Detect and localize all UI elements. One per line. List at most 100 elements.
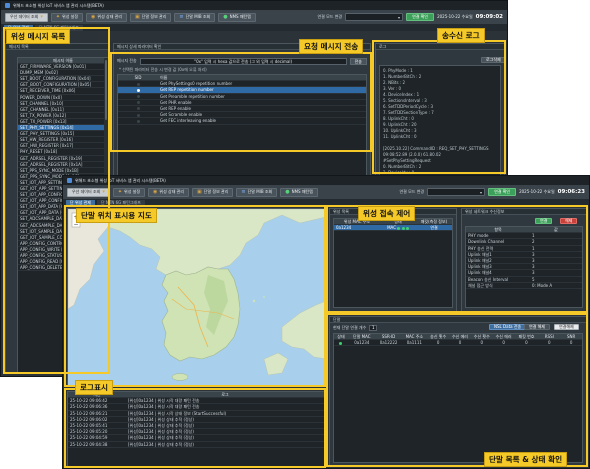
terminal-release-button[interactable]: 연결 해제: [524, 324, 550, 330]
param-label: 메시지 전송: [117, 58, 137, 63]
clock-date: 2025-10-22 수요일: [437, 14, 473, 19]
param-col-sid: SID: [134, 75, 142, 80]
toolbar-label: 단말 정보 관리: [203, 189, 229, 194]
log-time: 25-10-22 09:06:42: [70, 398, 108, 404]
toolbar-button-terminal-info[interactable]: ▣ 단말 정보 관리: [130, 12, 172, 22]
param-name: Get Preamble repetition number: [160, 93, 225, 99]
toolbar-label: 우선 데이터 조회: [72, 189, 101, 194]
toolbar-button-data-query[interactable]: 우선 데이터 조회 ▾: [67, 187, 110, 197]
info-value: 3: [532, 270, 535, 276]
toolbar-button-terminal-mib[interactable]: ≡ 단말 MIB 조회: [236, 187, 278, 197]
nsl-data-send-button[interactable]: NSL Data 전송: [489, 324, 527, 330]
tab-satellite-control[interactable]: 단 위성 관제: [66, 200, 95, 206]
log-message: [위성]0a1234 | 위성 상태 추적 (정상): [128, 435, 194, 441]
terminal-col-header: SSR-ID: [381, 334, 396, 339]
rx-log-lines: 0. PhyMode : 1 1. NumberBitCh : 2 2. NBits…: [383, 68, 497, 223]
toolbar-button-satellite-settings[interactable]: ✦ 위성 설정: [112, 187, 146, 197]
satellite-connect-button[interactable]: 연결: [535, 218, 553, 224]
callout-message-send: 요청 메시지 전송: [299, 39, 364, 54]
terminal-cell: 0a12222: [379, 340, 398, 346]
toolbar-label: NMS 패턴맵: [291, 189, 313, 194]
info-col-value: 값: [554, 227, 558, 232]
gauge-icon: ◉: [153, 188, 158, 195]
toolbar-button-nms-map[interactable]: ● NMS 패턴맵: [280, 187, 318, 197]
log-message: [위성]0a1234 | 위성 시작 상태 정보 (StartSuccessfu…: [128, 410, 227, 416]
log-message: [위성]0a1234 | 위성 상태 추적 (정상): [128, 441, 194, 447]
terminal-col-header: 단말 MAC: [353, 334, 371, 339]
terminal-filter-row: 현재 단말 연결 개수 1: [333, 325, 378, 331]
param-sid: [118, 87, 158, 92]
rx-log-title: 로그: [376, 44, 504, 50]
param-value-input[interactable]: "0x" 입력 시 hexa 값으로 전송 (그 외 입력 시 decimal): [139, 57, 347, 65]
radio-dot-icon: [136, 107, 140, 111]
gauge-icon: ◉: [91, 13, 96, 20]
satellite-info-rows: PHY mode 1 Downlink Channel 2 PHY 송신 전력 1 Upli…: [466, 233, 582, 289]
terminal-disconnect-button[interactable]: 연결해제: [554, 324, 579, 330]
clear-log-button[interactable]: 로그삭제: [481, 57, 506, 63]
toolbar-button-data-query[interactable]: 우선 데이터 조회 ▾: [5, 12, 48, 22]
info-value: 3: [532, 257, 535, 263]
terminal-count: 1: [369, 325, 378, 331]
app-logo-icon: [67, 178, 72, 183]
toolbar-button-terminal-mib[interactable]: ≡ 단말 MIB 조회: [174, 12, 216, 22]
info-key: Uplink 채널3: [468, 264, 492, 270]
toolbar-label: NMS 패턴맵: [229, 14, 251, 19]
terminal-col-header: 패킷 번호: [518, 334, 535, 339]
main-toolbar: 우선 데이터 조회 ▾ ✦ 위성 설정 ◉ 위성 상태 관리 ▣ 단말 정보 관…: [1, 10, 507, 24]
param-name: Get Scramble enable: [160, 112, 203, 118]
send-button[interactable]: 전송: [349, 57, 367, 65]
callout-message-list: 위성 메시지 목록: [6, 29, 71, 44]
tab-pattern-graph[interactable]: 단 NTN 6G 패턴그래프: [96, 200, 145, 206]
info-value: 1: [532, 245, 535, 251]
radio-dot-icon: [136, 101, 140, 105]
chevron-down-icon: ▾: [398, 14, 401, 20]
terminal-icon: ▣: [197, 188, 202, 195]
info-key: Beacon 송신 Interval: [468, 276, 509, 282]
toolbar-label: 위성 상태 관리: [97, 14, 123, 19]
terminal-filter-label: 현재 단말 연결 개수: [333, 325, 367, 330]
log-rows: 25-10-22 09:06:42 [위성]0a1234 | 위성 시작 대량 패…: [68, 398, 324, 448]
info-key: PHY 송신 전력: [468, 245, 494, 251]
toolbar-button-nms-map[interactable]: ● NMS 패턴맵: [218, 12, 256, 22]
callout-rx-log: 송수신 로그: [437, 28, 485, 43]
terminal-cell: 0a1111: [406, 340, 422, 346]
status-dot-icon: [405, 226, 409, 230]
radio-dot-icon: [136, 88, 140, 92]
connect-button[interactable]: 연결 확인: [406, 13, 435, 21]
terminal-map[interactable]: + −: [67, 208, 325, 386]
toolbar-button-terminal-info[interactable]: ▣ 단말 정보 관리: [192, 187, 234, 197]
satellite-info-grid: 항목 값 PHY mode 1 Downlink Channel 2 PHY 송신 전력…: [465, 226, 583, 308]
toolbar-label: 위성 상태 관리: [159, 189, 185, 194]
terminal-row[interactable]: 0a1234 0a12222 0a1111 0 0 0 0 0 0 0: [334, 340, 582, 347]
radio-dot-icon: [136, 119, 140, 123]
log-time: 25-10-22 09:06:36: [70, 404, 108, 410]
sat-state-label: MAC: [387, 225, 397, 231]
status-dot-icon: [339, 341, 343, 345]
connect-button[interactable]: 연결 확인: [488, 188, 517, 196]
toolbar-button-satellite-settings[interactable]: ✦ 위성 설정: [50, 12, 84, 22]
environment-select[interactable]: ▾: [427, 188, 486, 196]
toolbar-label: 단말 MIB 조회: [247, 189, 273, 194]
info-key: Uplink 채널1: [468, 251, 492, 257]
terminal-col-header: 수신 에러: [495, 334, 512, 339]
satellite-row[interactable]: 0a1234 MAC 연결: [334, 225, 452, 232]
environment-label: 연결 모드 변경: [399, 189, 425, 194]
message-list-title: 메시지 목록: [6, 44, 108, 50]
info-key: PHY mode: [468, 233, 489, 239]
terminal-cell: 0: [436, 340, 440, 346]
terminal-cell: [334, 340, 348, 345]
log-time: 25-10-22 09:06:02: [70, 416, 108, 422]
satellite-disconnect-button[interactable]: 해제: [560, 218, 578, 224]
dropdown-icon: ▾: [102, 188, 105, 195]
param-row[interactable]: Get FEC interleaving enable: [118, 118, 366, 125]
param-sid: [118, 94, 158, 99]
info-value: 3: [532, 251, 535, 257]
toolbar-button-satellite-status[interactable]: ◉ 위성 상태 관리: [86, 12, 128, 22]
toolbar-button-satellite-status[interactable]: ◉ 위성 상태 관리: [148, 187, 190, 197]
param-name: Get PhySettings0 repetition number: [160, 81, 233, 87]
info-value: 5: [532, 276, 535, 282]
scroll-thumb[interactable]: [105, 60, 107, 120]
log-message: [위성]0a1234 | 위성 시작 대량 패턴 전송: [128, 404, 200, 410]
environment-select[interactable]: ▾: [345, 13, 404, 21]
terminal-col-header: RSSI: [544, 334, 554, 339]
